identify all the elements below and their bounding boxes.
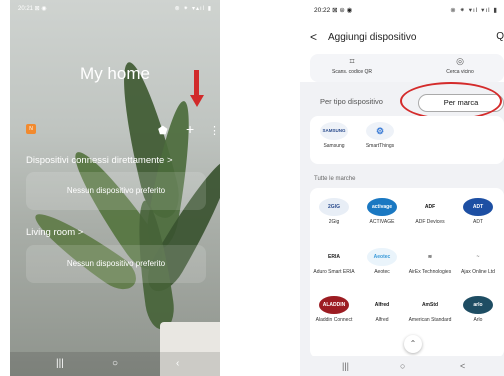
brand-label: 2Gig xyxy=(328,219,340,225)
section-living-room[interactable]: Living room > xyxy=(26,227,83,238)
brand-label: AirEx Technologies xyxy=(408,269,452,275)
brand-item[interactable]: activage ACTIVAGE xyxy=(360,198,404,225)
nav-bar: ||| ○ < xyxy=(300,356,504,376)
back-arrow-icon[interactable]: < xyxy=(310,30,317,44)
status-icons: ⊗ ⁕ ▾ıl ▾ıl ▮ xyxy=(450,7,498,14)
brand-label: Aduro Smart ERIA xyxy=(313,269,355,275)
brand-item[interactable]: arlo Arlo xyxy=(456,296,500,323)
nav-bar: ||| ○ ‹ xyxy=(10,352,220,376)
scan-qr-label: Scans. codice QR xyxy=(331,69,373,75)
header: < Aggiungi dispositivo Q xyxy=(310,30,504,48)
brand-item[interactable]: Aeotec Aeotec xyxy=(360,248,404,275)
home-title: My home xyxy=(80,64,150,83)
brand-smartthings[interactable]: ⚙ SmartThings xyxy=(358,122,402,149)
more-options-icon[interactable]: ⋮ xyxy=(209,124,220,137)
brand-item[interactable]: ADT ADT xyxy=(456,198,500,225)
brand-logo: Alfred xyxy=(367,296,397,314)
status-bar: 20:22 ⊠ ⊜ ◉ ⊗ ⁕ ▾ıl ▾ıl ▮ xyxy=(314,4,504,16)
brand-logo: activage xyxy=(367,198,397,216)
qr-code-icon: ⌗ xyxy=(349,56,355,66)
add-icon[interactable]: + xyxy=(186,121,194,137)
brand-label: ACTIVAGE xyxy=(369,219,395,225)
brand-item[interactable]: ≋ AirEx Technologies xyxy=(408,248,452,275)
home-button[interactable]: ○ xyxy=(112,358,118,369)
favorites-card-living-room[interactable]: Nessun dispositivo preferito xyxy=(26,245,206,283)
back-button[interactable]: < xyxy=(460,361,465,371)
brand-logo: ERIA xyxy=(319,248,349,266)
brand-samsung[interactable]: SAMSUNG Samsung xyxy=(312,122,356,149)
brand-item[interactable]: ADF ADF Devices xyxy=(408,198,452,225)
brand-item[interactable]: ALADDIN Aladdin Connect xyxy=(312,296,356,323)
brand-logo: arlo xyxy=(463,296,493,314)
annotation-oval xyxy=(400,82,502,120)
status-time: 20:21 ⊠ ◉ xyxy=(18,6,47,12)
brand-item[interactable]: ~ Ajax Online Ltd xyxy=(456,248,500,275)
brand-label: Aladdin Connect xyxy=(315,317,353,323)
brand-logo: ≋ xyxy=(415,248,445,266)
annotation-arrow-head xyxy=(190,95,204,107)
all-brands-grid: 2GIG 2Gig activage ACTIVAGE ADF ADF Devices AD… xyxy=(310,188,504,358)
brand-logo: 2GIG xyxy=(319,198,349,216)
scan-options: ⌗ Scans. codice QR ◎ Cerca vicino xyxy=(310,54,504,82)
brand-logo: AmStd xyxy=(415,296,445,314)
recent-apps-button[interactable]: ||| xyxy=(56,358,64,369)
section-direct-devices[interactable]: Dispositivi connessi direttamente > xyxy=(26,155,173,166)
favorites-card-direct[interactable]: Nessun dispositivo preferito xyxy=(26,172,206,210)
notification-badge[interactable]: N xyxy=(26,124,36,134)
brand-logo: Aeotec xyxy=(367,248,397,266)
brand-logo: ALADDIN xyxy=(319,296,349,314)
back-button[interactable]: ‹ xyxy=(176,358,179,369)
recent-apps-button[interactable]: ||| xyxy=(342,361,349,371)
brand-logo: ADT xyxy=(463,198,493,216)
tab-by-type[interactable]: Per tipo dispositivo xyxy=(320,97,383,106)
all-brands-heading: Tutte le marche xyxy=(314,176,356,182)
status-icons: ⊗ ⁕ ▾▴ıl ▮ xyxy=(174,6,212,12)
add-device-screen: 20:22 ⊠ ⊜ ◉ ⊗ ⁕ ▾ıl ▾ıl ▮ < Aggiungi dis… xyxy=(300,0,504,376)
scan-nearby-label: Cerca vicino xyxy=(446,69,474,75)
brand-logo: ~ xyxy=(463,248,493,266)
nearby-icon: ◎ xyxy=(456,56,464,66)
page-title: Aggiungi dispositivo xyxy=(328,32,417,43)
brand-label: Alfred xyxy=(375,317,389,323)
brand-label: American Standard xyxy=(408,317,452,323)
home-button[interactable]: ○ xyxy=(400,361,405,371)
status-time: 20:22 ⊠ ⊜ ◉ xyxy=(314,7,353,14)
brand-label: ADF Devices xyxy=(415,219,445,225)
scan-qr-button[interactable]: ⌗ Scans. codice QR xyxy=(312,56,392,75)
bag-icon[interactable]: ⬟ xyxy=(158,124,168,137)
brand-item[interactable]: 2GIG 2Gig xyxy=(312,198,356,225)
scroll-up-button[interactable]: ⌃ xyxy=(404,335,422,353)
home-screen: 20:21 ⊠ ◉ ⊗ ⁕ ▾▴ıl ▮ My home N ⬟ + ⋮ Dis… xyxy=(10,0,220,376)
brand-label: ADT xyxy=(473,219,483,225)
brand-label: Aeotec xyxy=(374,269,390,275)
annotation-arrow xyxy=(194,70,199,96)
status-bar: 20:21 ⊠ ◉ ⊗ ⁕ ▾▴ıl ▮ xyxy=(18,3,212,15)
smartthings-logo: ⚙ xyxy=(366,122,394,140)
brand-label: Ajax Online Ltd xyxy=(461,269,495,275)
samsung-logo: SAMSUNG xyxy=(320,122,348,140)
brand-item[interactable]: AmStd American Standard xyxy=(408,296,452,323)
brand-label: SmartThings xyxy=(365,143,395,149)
featured-brands: SAMSUNG Samsung ⚙ SmartThings xyxy=(310,116,504,164)
search-icon[interactable]: Q xyxy=(496,31,504,42)
scan-nearby-button[interactable]: ◎ Cerca vicino xyxy=(420,56,500,75)
brand-item[interactable]: Alfred Alfred xyxy=(360,296,404,323)
brand-item[interactable]: ERIA Aduro Smart ERIA xyxy=(312,248,356,275)
brand-label: Samsung xyxy=(323,143,345,149)
brand-logo: ADF xyxy=(415,198,445,216)
brand-label: Arlo xyxy=(473,317,483,323)
